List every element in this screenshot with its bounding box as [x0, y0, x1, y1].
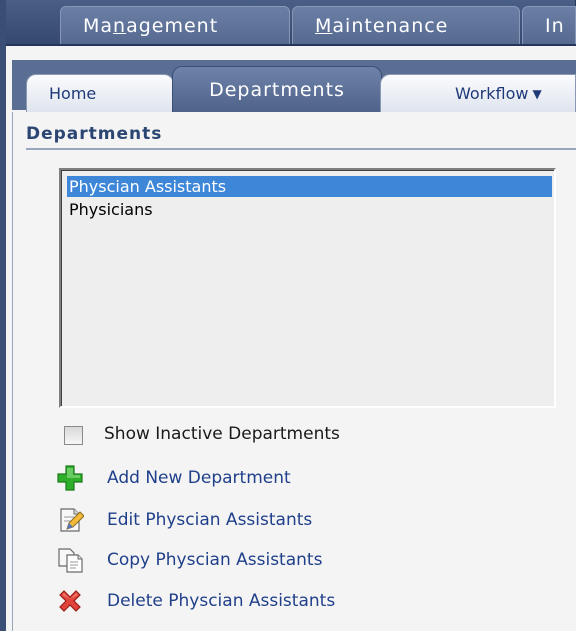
tab-workflow-label: Workflow: [455, 84, 529, 103]
add-department-button[interactable]: Add New Department: [56, 463, 291, 493]
delete-department-button[interactable]: Delete Physcian Assistants: [56, 586, 335, 616]
plus-icon: [57, 465, 83, 491]
delete-icon: [59, 590, 81, 612]
departments-listbox[interactable]: Physcian Assistants Physicians: [59, 168, 556, 408]
edit-department-button[interactable]: Edit Physcian Assistants: [56, 505, 312, 535]
edit-department-label: Edit Physcian Assistants: [107, 510, 313, 530]
chevron-down-icon: ▼: [532, 86, 542, 101]
add-department-label: Add New Department: [107, 468, 291, 488]
menu-tab-maintenance-accesskey: M: [315, 14, 333, 37]
delete-department-label: Delete Physcian Assistants: [107, 591, 336, 611]
menu-tab-management-label-pre: Ma: [83, 14, 114, 37]
show-inactive-checkbox[interactable]: [64, 426, 83, 445]
tab-home-label: Home: [49, 84, 97, 103]
copy-icon: [58, 548, 83, 573]
menu-tab-management[interactable]: Ma n agement: [60, 6, 290, 44]
menu-tab-in[interactable]: In: [522, 6, 576, 44]
title-divider: [26, 148, 576, 150]
edit-icon: [60, 508, 84, 532]
menu-tab-in-label: In: [545, 14, 565, 37]
menu-tab-maintenance[interactable]: Maintenance: [292, 6, 520, 44]
menu-tab-management-label-post: agement: [126, 14, 219, 37]
tab-workflow[interactable]: Workflow ▼: [380, 74, 576, 112]
list-item-physcian-assistants[interactable]: Physcian Assistants: [67, 176, 552, 197]
list-item-physicians[interactable]: Physicians: [67, 199, 552, 220]
show-inactive-label: Show Inactive Departments: [104, 424, 340, 444]
tab-departments[interactable]: Departments: [172, 66, 382, 112]
tab-home[interactable]: Home: [26, 74, 174, 112]
menu-tab-maintenance-label-post: aintenance: [332, 14, 449, 37]
menu-tab-management-accesskey: n: [113, 14, 127, 37]
copy-department-button[interactable]: Copy Physcian Assistants: [56, 545, 322, 575]
panel-title: Departments: [26, 124, 163, 144]
copy-department-label: Copy Physcian Assistants: [107, 550, 323, 570]
tab-departments-label: Departments: [209, 78, 345, 101]
